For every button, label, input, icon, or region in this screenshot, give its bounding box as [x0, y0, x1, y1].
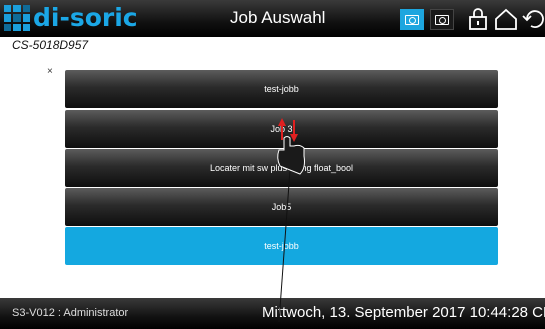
job-list-item-selected[interactable]: test-jobb — [65, 227, 498, 265]
job-label: test-jobb — [264, 241, 299, 251]
job-list-item[interactable]: test-jobb — [65, 70, 498, 108]
logo-grid-icon — [4, 5, 30, 31]
header-bar: di-soric Job Auswahl — [0, 0, 545, 37]
logo-text: di-soric — [33, 3, 138, 32]
live-camera-button[interactable] — [400, 9, 424, 30]
logged-in-user: S3-V012 : Administrator — [12, 307, 129, 319]
job-label: Job 3 — [270, 124, 293, 134]
image-camera-button[interactable] — [430, 9, 454, 30]
device-id-label: CS-5018D957 — [12, 38, 89, 52]
job-label: Locater mit sw plus ... ing float_bool — [209, 163, 354, 173]
camera-icon — [405, 14, 419, 25]
status-datetime: Mittwoch, 13. September 2017 10:44:28 CE… — [262, 304, 545, 321]
camera-icon — [435, 14, 449, 25]
job-label: Job5 — [271, 202, 292, 212]
lock-icon[interactable] — [466, 7, 490, 31]
job-list-item[interactable]: Job5 — [65, 188, 498, 226]
home-icon[interactable] — [494, 7, 518, 31]
job-list-item[interactable]: Job 3 — [65, 110, 498, 148]
di-soric-logo: di-soric — [4, 3, 138, 33]
undo-icon[interactable] — [521, 7, 545, 31]
status-bar: S3-V012 : Administrator Mittwoch, 13. Se… — [0, 298, 545, 329]
page-title: Job Auswahl — [230, 8, 326, 27]
close-icon[interactable]: × — [47, 66, 53, 77]
job-label: test-jobb — [264, 84, 299, 94]
job-list-item[interactable]: Locater mit sw plus ... ing float_bool — [65, 149, 498, 187]
